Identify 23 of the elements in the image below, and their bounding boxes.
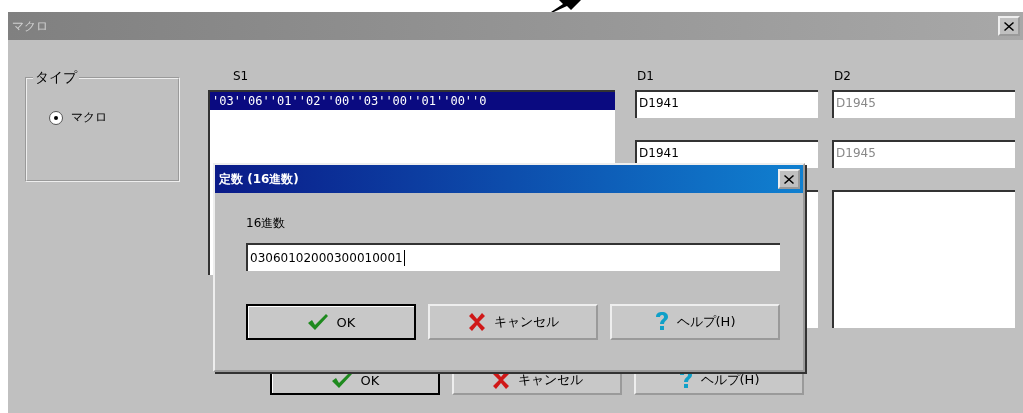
field-label: 16進数 <box>246 215 287 232</box>
dialog-title: 定数 (16進数) <box>219 170 299 188</box>
close-icon <box>1004 21 1014 31</box>
list-item[interactable]: '03''06''01''02''00''03''00''01''00''0 <box>210 92 615 110</box>
field-label: D2 <box>833 68 852 85</box>
list-box[interactable] <box>832 190 1015 328</box>
input-field[interactable]: D1941 <box>635 90 818 118</box>
radio-button[interactable] <box>49 110 63 125</box>
close-button[interactable] <box>998 16 1020 36</box>
help-button[interactable]: ヘルプ(H) <box>610 304 780 340</box>
check-icon <box>306 313 329 331</box>
window-title: マクロ <box>12 17 48 35</box>
close-icon <box>784 174 794 184</box>
group-label: タイプ <box>33 69 79 87</box>
x-mark-icon <box>467 313 486 331</box>
field-label: S1 <box>232 68 250 85</box>
field-label: D1 <box>636 68 655 85</box>
ok-button[interactable]: OK <box>246 304 416 340</box>
close-button[interactable] <box>778 169 800 189</box>
input-field[interactable]: 03060102000300010001 <box>246 243 780 271</box>
question-mark-icon <box>654 312 669 332</box>
radio-option[interactable]: マクロ <box>49 109 178 126</box>
cancel-button[interactable]: キャンセル <box>428 304 598 340</box>
